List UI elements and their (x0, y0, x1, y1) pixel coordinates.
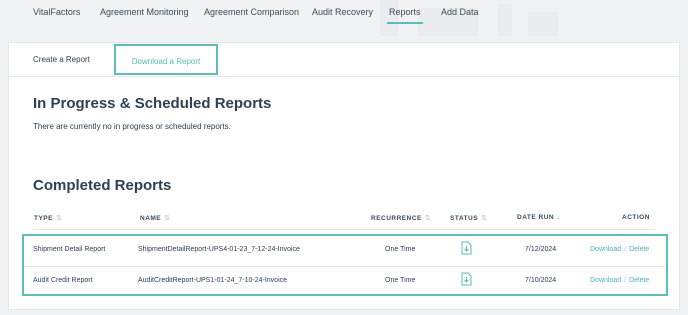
row-name: AuditCreditReport-UPS1-01-24_7-10-24-Inv… (138, 277, 288, 284)
header-divider (33, 229, 655, 230)
row-date-run: 7/12/2024 (525, 246, 557, 253)
in-progress-empty-message: There are currently no in progress or sc… (33, 122, 231, 131)
action-separator: / (624, 246, 627, 253)
nav-agreement-comparison[interactable]: Agreement Comparison (204, 7, 299, 17)
sort-icon: ⇅ (481, 215, 487, 222)
row-name: ShipmentDetailReport-UPS4-01-23_7-12-24-… (138, 246, 300, 253)
tab-create-report[interactable]: Create a Report (33, 55, 90, 64)
tab-download-report-label: Download a Report (131, 57, 201, 66)
column-header-type[interactable]: TYPE ⇅ (34, 214, 62, 222)
delete-link[interactable]: Delete (629, 277, 649, 284)
nav-audit-recovery[interactable]: Audit Recovery (312, 7, 373, 17)
delete-link[interactable]: Delete (629, 246, 649, 253)
sort-icon: ⇅ (424, 215, 431, 222)
sort-icon: ⇅ (164, 215, 171, 222)
sort-descending-icon: ↓ (557, 214, 561, 221)
table-row: Audit Credit Report AuditCreditReport-UP… (24, 266, 665, 296)
report-tabs: Create a Report Download a Report (9, 43, 679, 77)
column-header-status[interactable]: STATUS ⇅ (450, 214, 487, 222)
row-recurrence: One Time (385, 246, 416, 253)
table-row: Shipment Detail Report ShipmentDetailRep… (24, 236, 665, 266)
reports-card: Create a Report Download a Report In Pro… (8, 42, 680, 310)
sort-icon: ⇅ (55, 215, 62, 222)
nav-agreement-monitoring[interactable]: Agreement Monitoring (100, 7, 189, 17)
download-link[interactable]: Download (590, 277, 621, 284)
row-date-run: 7/10/2024 (525, 277, 557, 284)
download-file-icon[interactable] (461, 272, 472, 286)
row-actions: Download / Delete (590, 277, 649, 284)
background-decoration (380, 0, 558, 36)
column-header-recurrence[interactable]: RECURRENCE ⇅ (371, 214, 431, 222)
row-type: Audit Credit Report (33, 277, 93, 284)
column-header-date-run[interactable]: DATE RUN ↓ (517, 214, 561, 221)
tab-download-report[interactable]: Download a Report (114, 44, 218, 75)
row-type: Shipment Detail Report (33, 246, 106, 253)
action-separator: / (624, 277, 627, 284)
column-header-name[interactable]: NAME ⇅ (140, 214, 170, 222)
in-progress-title: In Progress & Scheduled Reports (33, 95, 272, 112)
column-header-action: ACTION (622, 214, 650, 221)
top-navigation: VitalFactors Agreement Monitoring Agreem… (0, 0, 688, 36)
nav-add-data[interactable]: Add Data (441, 7, 479, 17)
row-actions: Download / Delete (590, 246, 649, 253)
download-link[interactable]: Download (590, 246, 621, 253)
completed-reports-rows: Shipment Detail Report ShipmentDetailRep… (22, 234, 668, 296)
download-file-icon[interactable] (461, 241, 472, 255)
row-recurrence: One Time (385, 277, 416, 284)
nav-vitalfactors[interactable]: VitalFactors (33, 7, 80, 17)
completed-title: Completed Reports (33, 177, 172, 194)
nav-reports[interactable]: Reports (387, 7, 423, 24)
